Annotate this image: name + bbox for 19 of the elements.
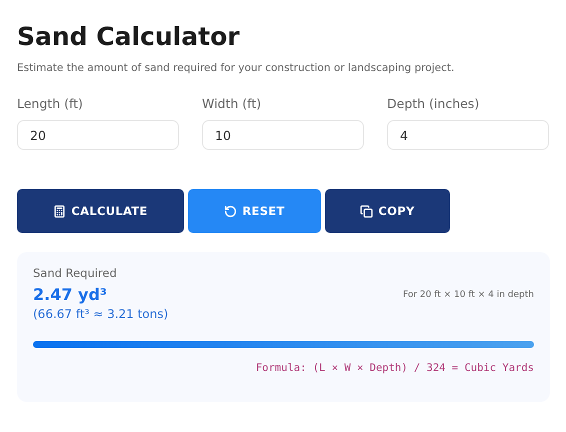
copy-icon bbox=[360, 204, 374, 218]
result-detail: (66.67 ft³ ≈ 3.21 tons) bbox=[33, 307, 170, 321]
field-label: Width (ft) bbox=[202, 96, 262, 111]
formula-text: Formula: (L × W × Depth) / 324 = Cubic Yards bbox=[254, 362, 534, 374]
dimensions-note: For 20 ft × 10 ft × 4 in depth bbox=[402, 290, 534, 300]
input-field[interactable]: 10 bbox=[202, 120, 364, 150]
result-value: 2.47 yd³ bbox=[33, 285, 107, 304]
input-field[interactable]: 4 bbox=[387, 120, 549, 150]
page-title: Sand Calculator bbox=[17, 21, 241, 53]
reset-icon bbox=[224, 204, 238, 218]
field-label: Depth (inches) bbox=[387, 96, 480, 111]
reset-button[interactable]: RESET bbox=[188, 189, 321, 233]
input-field[interactable]: 20 bbox=[17, 120, 179, 150]
calculator-icon bbox=[53, 204, 66, 218]
field-label: Length (ft) bbox=[17, 96, 84, 111]
copy-button[interactable]: COPY bbox=[325, 189, 450, 233]
calculate-button[interactable]: CALCULATE bbox=[17, 189, 184, 233]
page-subtitle: Estimate the amount of sand required for your construction or landscaping project. bbox=[17, 62, 456, 74]
result-label: Sand Required bbox=[33, 266, 118, 280]
